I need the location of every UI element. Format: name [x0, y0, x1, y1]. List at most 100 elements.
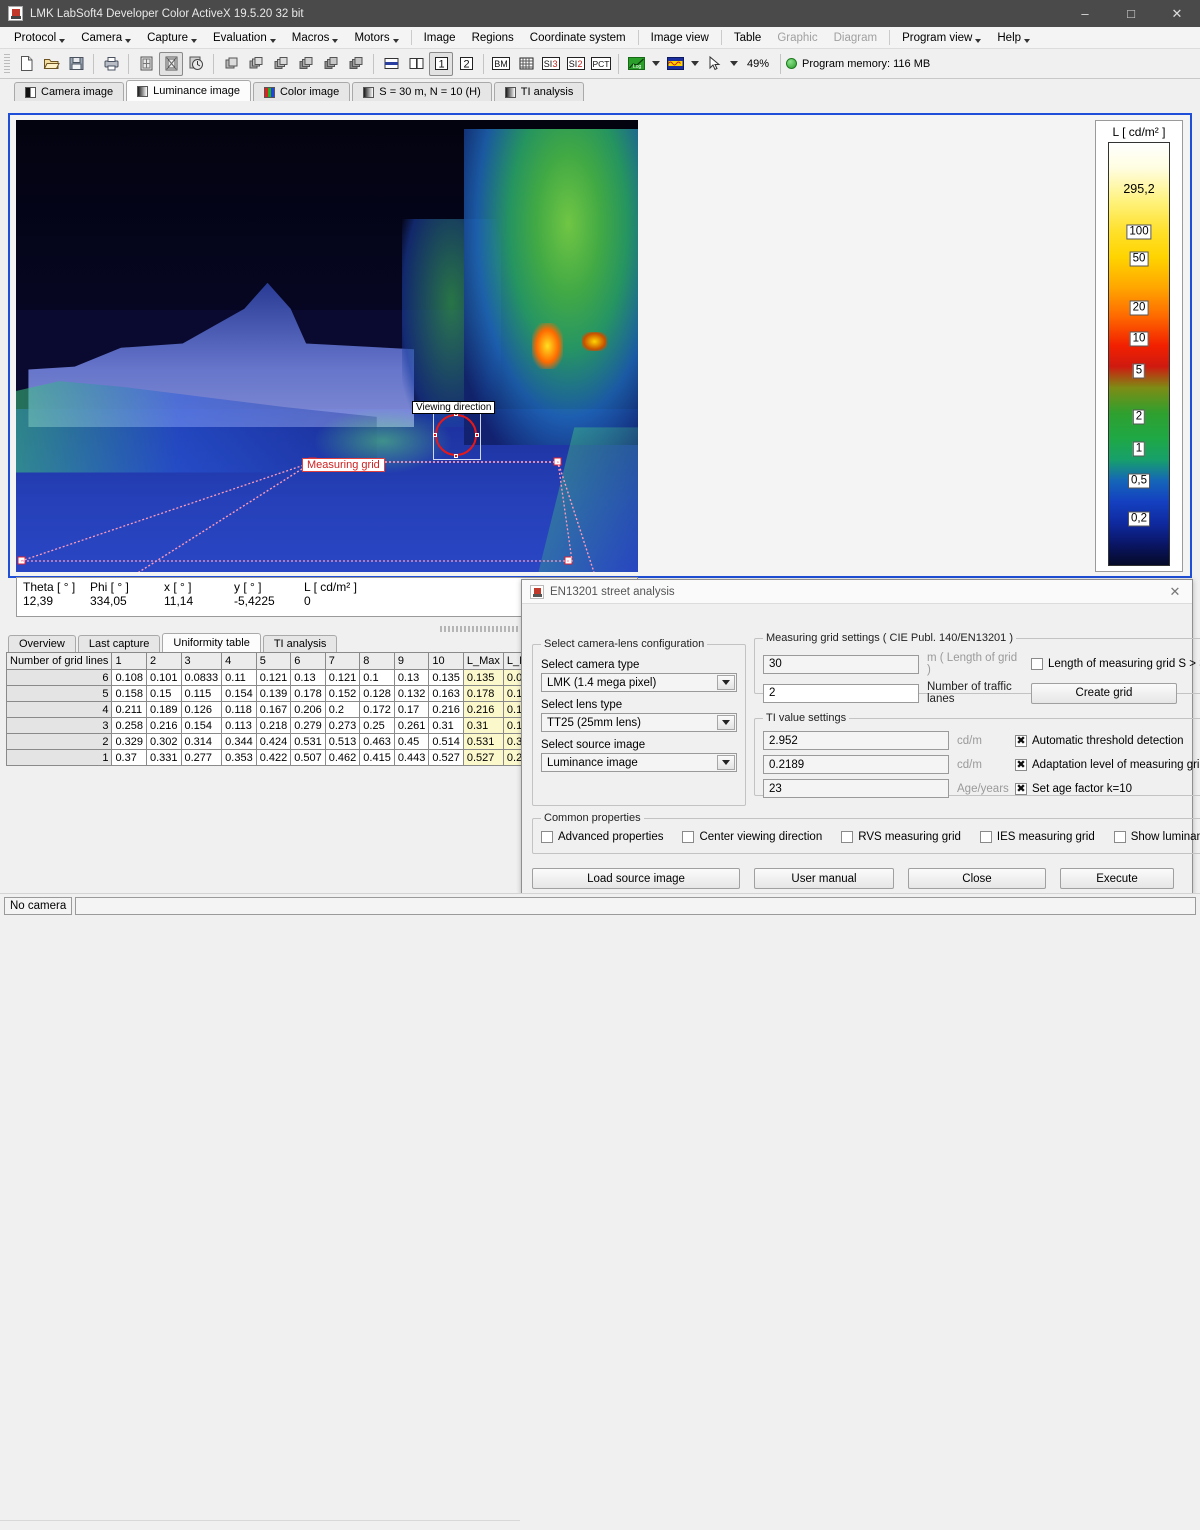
log-scale-icon[interactable]: Log — [624, 52, 648, 76]
table-row[interactable]: 5 0.158 0.15 0.115 0.154 0.139 0.178 0.1… — [7, 686, 545, 702]
col-3[interactable]: 3 — [181, 653, 222, 670]
three-layer-icon[interactable] — [269, 52, 293, 76]
menu-coordinate-system[interactable]: Coordinate system — [522, 30, 634, 46]
cursor-dropdown-icon[interactable] — [727, 52, 740, 76]
col-1[interactable]: 1 — [112, 653, 147, 670]
print-icon[interactable] — [99, 52, 123, 76]
col-5[interactable]: 5 — [256, 653, 291, 670]
color-palette-dropdown-icon[interactable] — [688, 52, 701, 76]
tab-ti-analysis-image[interactable]: TI analysis — [494, 82, 585, 101]
split-vertical-icon[interactable] — [404, 52, 428, 76]
view-one-icon[interactable]: 1 — [429, 52, 453, 76]
stack-layer-c-icon[interactable] — [344, 52, 368, 76]
table-row[interactable]: 2 0.329 0.302 0.314 0.344 0.424 0.531 0.… — [7, 734, 545, 750]
open-folder-icon[interactable] — [39, 52, 63, 76]
grid-length-input[interactable]: 30 — [763, 655, 919, 674]
tab-grid-result[interactable]: S = 30 m, N = 10 (H) — [352, 82, 491, 101]
rvs-measuring-grid-checkbox[interactable]: RVS measuring grid — [841, 831, 961, 843]
viewing-direction-handle[interactable] — [475, 433, 479, 437]
maximize-button[interactable]: □ — [1108, 0, 1154, 27]
adaptation-input[interactable]: 0.2189 — [763, 755, 949, 774]
save-disk-icon[interactable] — [64, 52, 88, 76]
minimize-button[interactable]: – — [1062, 0, 1108, 27]
tab-luminance-image[interactable]: Luminance image — [126, 80, 251, 101]
col-4[interactable]: 4 — [222, 653, 257, 670]
menu-image[interactable]: Image — [416, 30, 464, 46]
bottom-tab-ti-analysis[interactable]: TI analysis — [263, 635, 338, 652]
chevron-down-icon[interactable] — [717, 675, 735, 690]
stack-layer-b-icon[interactable] — [319, 52, 343, 76]
table-row[interactable]: 4 0.211 0.189 0.126 0.118 0.167 0.206 0.… — [7, 702, 545, 718]
execute-button[interactable]: Execute — [1060, 868, 1174, 889]
color-palette-icon[interactable] — [663, 52, 687, 76]
bottom-tab-last-capture[interactable]: Last capture — [78, 635, 161, 652]
bottom-tab-overview[interactable]: Overview — [8, 635, 76, 652]
menu-evaluation[interactable]: Evaluation — [205, 30, 284, 46]
toolbar-grip[interactable] — [4, 54, 10, 74]
table-row[interactable]: 3 0.258 0.216 0.154 0.113 0.218 0.279 0.… — [7, 718, 545, 734]
source-image-select[interactable]: Luminance image — [541, 753, 737, 772]
viewing-direction-handle[interactable] — [454, 454, 458, 458]
tab-color-image[interactable]: Color image — [253, 82, 350, 101]
age-input[interactable]: 23 — [763, 779, 949, 798]
stack-layer-a-icon[interactable] — [294, 52, 318, 76]
chevron-down-icon[interactable] — [717, 755, 735, 770]
ies-measuring-grid-checkbox[interactable]: IES measuring grid — [980, 831, 1095, 843]
pct-icon[interactable]: PCT — [589, 52, 613, 76]
viewing-direction-handle[interactable] — [433, 433, 437, 437]
two-layer-icon[interactable] — [244, 52, 268, 76]
si2-icon[interactable]: SI2 — [564, 52, 588, 76]
adaptation-level-checkbox[interactable]: Adaptation level of measuring grid — [1015, 759, 1200, 771]
col-6[interactable]: 6 — [291, 653, 326, 670]
col-grid-lines[interactable]: Number of grid lines — [7, 653, 112, 670]
bottom-tab-uniformity-table[interactable]: Uniformity table — [162, 633, 260, 652]
viewing-direction-circle[interactable] — [435, 414, 477, 456]
log-scale-dropdown-icon[interactable] — [649, 52, 662, 76]
show-luminance-value-checkbox[interactable]: Show luminance value at the region — [1114, 831, 1200, 843]
menu-program-view[interactable]: Program view — [894, 30, 989, 46]
single-layer-icon[interactable] — [219, 52, 243, 76]
table-row[interactable]: 6 0.108 0.101 0.0833 0.11 0.121 0.13 0.1… — [7, 670, 545, 686]
camera-capture-icon[interactable] — [134, 52, 158, 76]
measuring-grid-overlay[interactable] — [16, 120, 638, 572]
bm-icon[interactable]: BM — [489, 52, 513, 76]
new-document-icon[interactable] — [14, 52, 38, 76]
user-manual-button[interactable]: User manual — [754, 868, 894, 889]
menu-regions[interactable]: Regions — [464, 30, 522, 46]
tab-camera-image[interactable]: Camera image — [14, 82, 124, 101]
long-grid-checkbox[interactable]: Length of measuring grid S > 30m — [1031, 658, 1200, 670]
camera-type-select[interactable]: LMK (1.4 mega pixel) — [541, 673, 737, 692]
dialog-close-action-button[interactable]: Close — [908, 868, 1046, 889]
timed-capture-icon[interactable] — [184, 52, 208, 76]
luminance-image-canvas[interactable]: Measuring grid Viewing direction — [16, 120, 638, 572]
col-8[interactable]: 8 — [360, 653, 395, 670]
col-7[interactable]: 7 — [325, 653, 360, 670]
menu-motors[interactable]: Motors — [346, 30, 406, 46]
cursor-arrow-icon[interactable] — [702, 52, 726, 76]
bottom-panel-scrollbar[interactable] — [0, 1520, 520, 1530]
col-lmax[interactable]: L_Max — [463, 653, 503, 670]
col-2[interactable]: 2 — [146, 653, 181, 670]
menu-image-view[interactable]: Image view — [643, 30, 717, 46]
advanced-properties-checkbox[interactable]: Advanced properties — [541, 831, 663, 843]
menu-help[interactable]: Help — [989, 30, 1038, 46]
dialog-close-button[interactable]: ✕ — [1158, 580, 1192, 604]
threshold-input[interactable]: 2.952 — [763, 731, 949, 750]
menu-macros[interactable]: Macros — [284, 30, 347, 46]
age-factor-checkbox[interactable]: Set age factor k=10 — [1015, 783, 1132, 795]
view-two-icon[interactable]: 2 — [454, 52, 478, 76]
menu-camera[interactable]: Camera — [73, 30, 139, 46]
table-row[interactable]: 1 0.37 0.331 0.277 0.353 0.422 0.507 0.4… — [7, 750, 545, 766]
col-9[interactable]: 9 — [394, 653, 429, 670]
load-source-image-button[interactable]: Load source image — [532, 868, 740, 889]
traffic-lanes-input[interactable]: 2 — [763, 684, 919, 703]
menu-capture[interactable]: Capture — [139, 30, 205, 46]
create-grid-button[interactable]: Create grid — [1031, 683, 1177, 704]
chevron-down-icon[interactable] — [717, 715, 735, 730]
close-button[interactable]: ✕ — [1154, 0, 1200, 27]
si3-icon[interactable]: SI3 — [539, 52, 563, 76]
image-capture-icon[interactable] — [159, 52, 183, 76]
menu-protocol[interactable]: Protocol — [6, 30, 73, 46]
zoom-level-label[interactable]: 49% — [747, 58, 769, 70]
lens-type-select[interactable]: TT25 (25mm lens) — [541, 713, 737, 732]
